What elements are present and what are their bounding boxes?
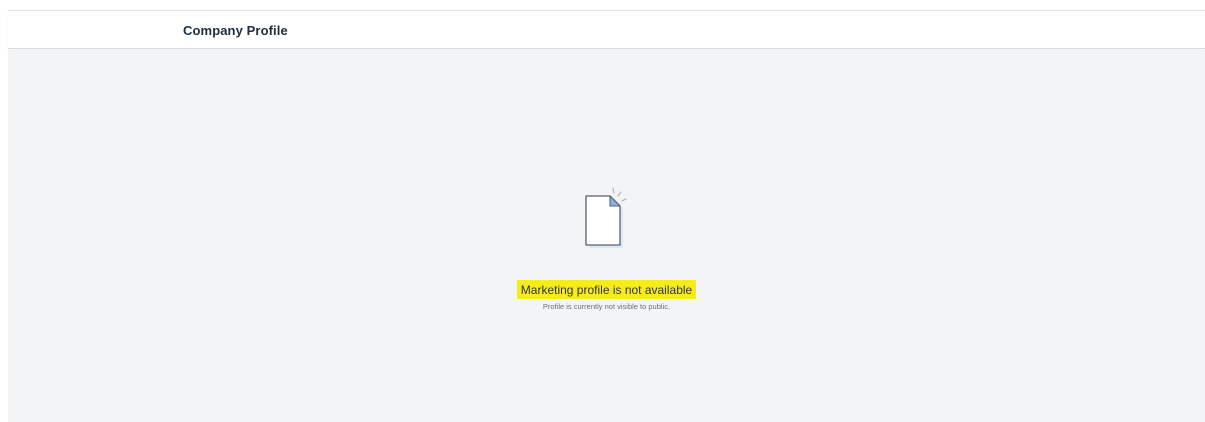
page-header: Company Profile	[8, 11, 1205, 49]
main-content: Marketing profile is not available Profi…	[8, 50, 1205, 422]
empty-state: Marketing profile is not available Profi…	[8, 184, 1205, 311]
app-frame: Company Profile Marketing profile is not…	[8, 10, 1205, 422]
empty-state-title: Marketing profile is not available	[516, 280, 697, 299]
page-title: Company Profile	[183, 23, 288, 38]
document-icon	[584, 187, 627, 248]
empty-state-subtitle: Profile is currently not visible to publ…	[542, 302, 671, 311]
